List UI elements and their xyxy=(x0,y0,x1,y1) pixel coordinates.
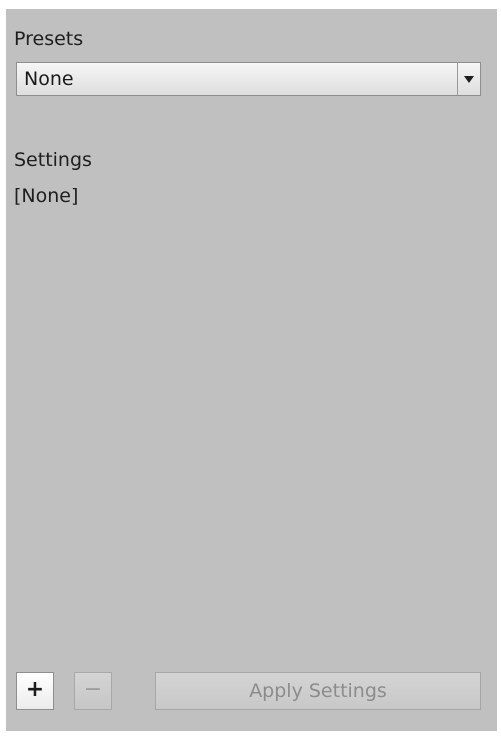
settings-label: Settings xyxy=(14,149,92,171)
add-preset-button[interactable]: + xyxy=(16,672,54,710)
presets-panel: Presets None Settings [None] + − Apply S… xyxy=(6,9,497,731)
apply-settings-button[interactable]: Apply Settings xyxy=(155,672,481,710)
chevron-down-icon[interactable] xyxy=(457,63,480,95)
remove-preset-button[interactable]: − xyxy=(74,672,112,710)
presets-dropdown[interactable]: None xyxy=(16,62,481,96)
settings-value: [None] xyxy=(14,185,79,207)
presets-dropdown-value: None xyxy=(24,68,74,90)
presets-label: Presets xyxy=(14,28,84,50)
